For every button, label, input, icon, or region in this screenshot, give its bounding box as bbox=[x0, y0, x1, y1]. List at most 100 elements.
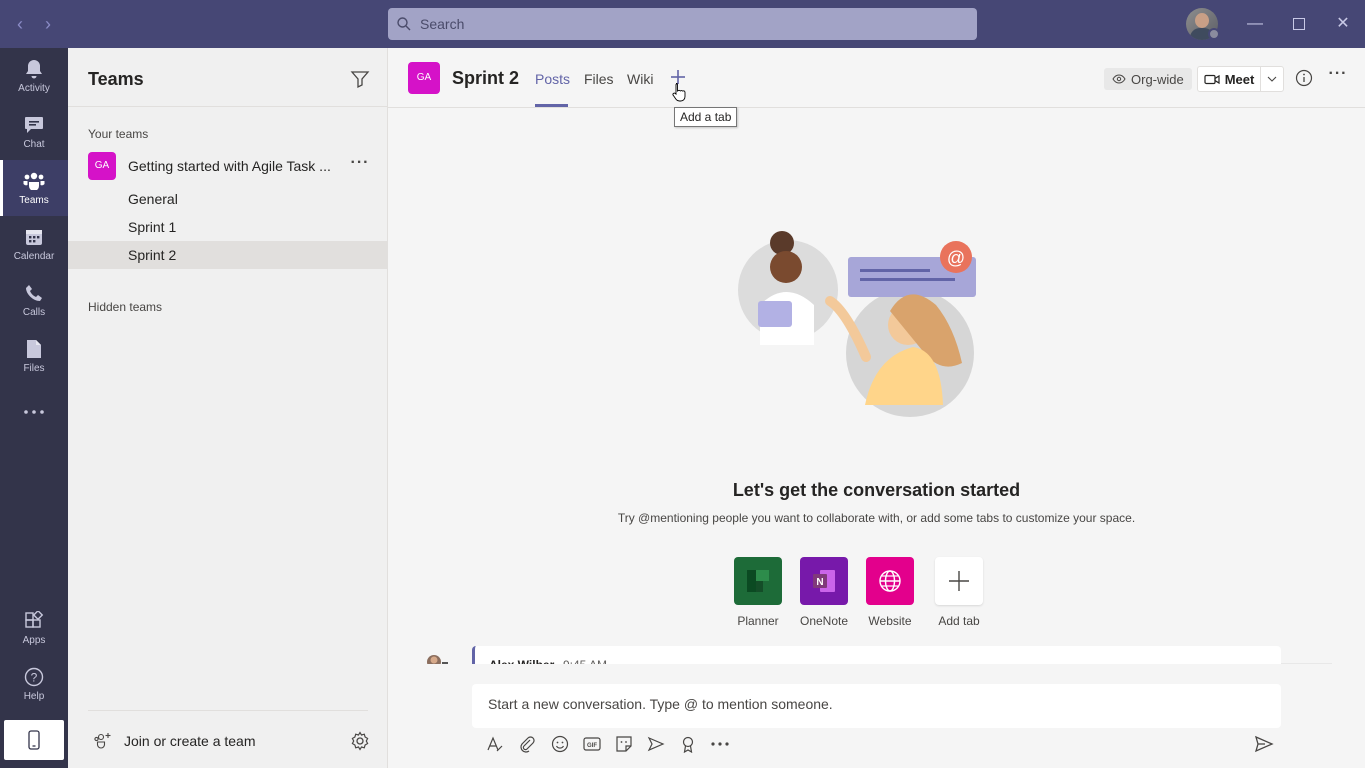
gear-icon[interactable] bbox=[350, 731, 370, 751]
svg-text:@: @ bbox=[947, 248, 965, 268]
welcome-title: Let's get the conversation started bbox=[732, 480, 1021, 500]
more-options-compose-icon[interactable] bbox=[711, 735, 729, 753]
more-options-icon[interactable]: ··· bbox=[1328, 66, 1348, 88]
active-indicator bbox=[0, 160, 3, 216]
apps-icon bbox=[23, 610, 45, 632]
rail-label: Apps bbox=[22, 635, 46, 646]
planner-icon bbox=[747, 570, 769, 592]
meet-button-group: Meet bbox=[1197, 66, 1284, 92]
svg-text:N: N bbox=[816, 577, 823, 588]
channel-item-sprint-1[interactable]: Sprint 1 bbox=[68, 213, 388, 241]
minimize-icon[interactable]: — bbox=[1243, 12, 1267, 36]
onenote-tile[interactable]: N bbox=[800, 557, 848, 605]
hidden-teams-label[interactable]: Hidden teams bbox=[88, 300, 162, 314]
rail-item-apps[interactable]: Apps bbox=[0, 600, 68, 656]
info-icon[interactable] bbox=[1295, 69, 1313, 87]
channel-team-avatar: GA bbox=[408, 62, 440, 94]
rail-item-teams[interactable]: Teams bbox=[0, 160, 68, 216]
teams-panel: Teams Your teams GA Getting started with… bbox=[68, 48, 388, 768]
meet-button[interactable]: Meet bbox=[1198, 67, 1261, 91]
rail-label: Help bbox=[23, 691, 45, 702]
search-icon bbox=[397, 17, 411, 31]
globe-icon bbox=[879, 570, 901, 592]
svg-text:GIF: GIF bbox=[587, 743, 597, 749]
rail-item-chat[interactable]: Chat bbox=[0, 104, 68, 160]
forward-arrow-icon[interactable]: › bbox=[38, 14, 58, 34]
praise-icon[interactable] bbox=[679, 735, 697, 753]
rail-label: Chat bbox=[23, 139, 45, 150]
presence-status-icon bbox=[1208, 28, 1220, 40]
svg-text:?: ? bbox=[31, 671, 38, 685]
plus-icon bbox=[949, 571, 969, 591]
rail-label: Calendar bbox=[13, 251, 55, 262]
add-team-icon bbox=[94, 733, 111, 749]
website-tile[interactable] bbox=[866, 557, 914, 605]
teams-icon bbox=[23, 170, 45, 192]
app-rail: Activity Chat Teams Calendar Calls Files bbox=[0, 48, 68, 768]
team-avatar: GA bbox=[88, 152, 116, 180]
chat-icon bbox=[23, 114, 45, 136]
close-icon[interactable]: ✕ bbox=[1331, 12, 1355, 36]
maximize-icon[interactable] bbox=[1287, 12, 1311, 36]
meet-now-icon[interactable] bbox=[647, 735, 665, 753]
filter-icon[interactable] bbox=[350, 69, 370, 89]
add-tab-tooltip: Add a tab bbox=[674, 107, 738, 127]
calendar-icon bbox=[23, 226, 45, 248]
chevron-down-icon bbox=[1267, 76, 1277, 82]
planner-tile[interactable] bbox=[734, 557, 782, 605]
team-more-options-button[interactable]: ··· bbox=[348, 155, 372, 176]
org-wide-label: Org-wide bbox=[1131, 71, 1184, 87]
mobile-download-button[interactable] bbox=[4, 720, 64, 760]
tab-files[interactable]: Files bbox=[584, 71, 614, 87]
attach-icon[interactable] bbox=[518, 735, 536, 753]
video-camera-icon bbox=[1204, 74, 1220, 84]
back-arrow-icon[interactable]: ‹ bbox=[10, 14, 30, 34]
onenote-icon: N bbox=[813, 570, 835, 592]
gif-icon[interactable]: GIF bbox=[583, 735, 601, 753]
join-or-create-team-button[interactable]: Join or create a team bbox=[88, 728, 328, 754]
join-label: Join or create a team bbox=[124, 733, 256, 749]
active-tab-indicator bbox=[535, 104, 568, 107]
sticker-icon[interactable] bbox=[615, 735, 633, 753]
rail-item-calendar[interactable]: Calendar bbox=[0, 216, 68, 272]
channel-header: GA Sprint 2 Posts Files Wiki Add a tab O… bbox=[388, 48, 1365, 127]
hand-cursor-icon bbox=[672, 83, 686, 102]
rail-item-calls[interactable]: Calls bbox=[0, 272, 68, 328]
rail-label: Teams bbox=[19, 195, 49, 206]
more-horizontal-icon bbox=[23, 401, 45, 423]
rail-item-help[interactable]: ? Help bbox=[0, 656, 68, 712]
send-icon[interactable] bbox=[1254, 735, 1274, 753]
channel-item-general[interactable]: General bbox=[68, 185, 388, 213]
rail-label: Calls bbox=[22, 307, 46, 318]
org-wide-badge[interactable]: Org-wide bbox=[1104, 68, 1192, 90]
add-tab-label: Add tab bbox=[938, 614, 980, 628]
rail-item-activity[interactable]: Activity bbox=[0, 48, 68, 104]
file-icon bbox=[23, 338, 45, 360]
team-item[interactable]: GA Getting started with Agile Task ... ·… bbox=[68, 150, 388, 182]
rail-more-button[interactable] bbox=[0, 384, 68, 440]
search-bar[interactable] bbox=[388, 8, 977, 40]
channel-title: Sprint 2 bbox=[452, 68, 520, 88]
team-name: Getting started with Agile Task ... bbox=[128, 158, 331, 174]
tab-wiki[interactable]: Wiki bbox=[627, 71, 653, 87]
phone-icon bbox=[23, 282, 45, 304]
your-teams-label: Your teams bbox=[88, 127, 149, 141]
rail-item-files[interactable]: Files bbox=[0, 328, 68, 384]
title-bar: ‹ › — ✕ bbox=[0, 0, 1365, 48]
compose-input[interactable] bbox=[488, 696, 1258, 712]
help-icon: ? bbox=[23, 666, 45, 688]
meet-dropdown-button[interactable] bbox=[1261, 67, 1283, 91]
add-tab-tile[interactable] bbox=[935, 557, 983, 605]
emoji-icon[interactable] bbox=[551, 735, 569, 753]
format-icon[interactable] bbox=[486, 735, 504, 753]
rail-label: Activity bbox=[18, 83, 50, 94]
mobile-phone-icon bbox=[28, 730, 40, 750]
conversation-illustration: @ bbox=[738, 231, 976, 417]
channel-item-sprint-2[interactable]: Sprint 2 bbox=[68, 241, 388, 269]
meet-label: Meet bbox=[1224, 71, 1255, 87]
compose-box[interactable] bbox=[472, 684, 1281, 728]
tab-posts[interactable]: Posts bbox=[535, 71, 570, 87]
panel-title: Teams bbox=[88, 69, 144, 89]
rail-label: Files bbox=[23, 363, 45, 374]
search-input[interactable] bbox=[420, 16, 960, 32]
